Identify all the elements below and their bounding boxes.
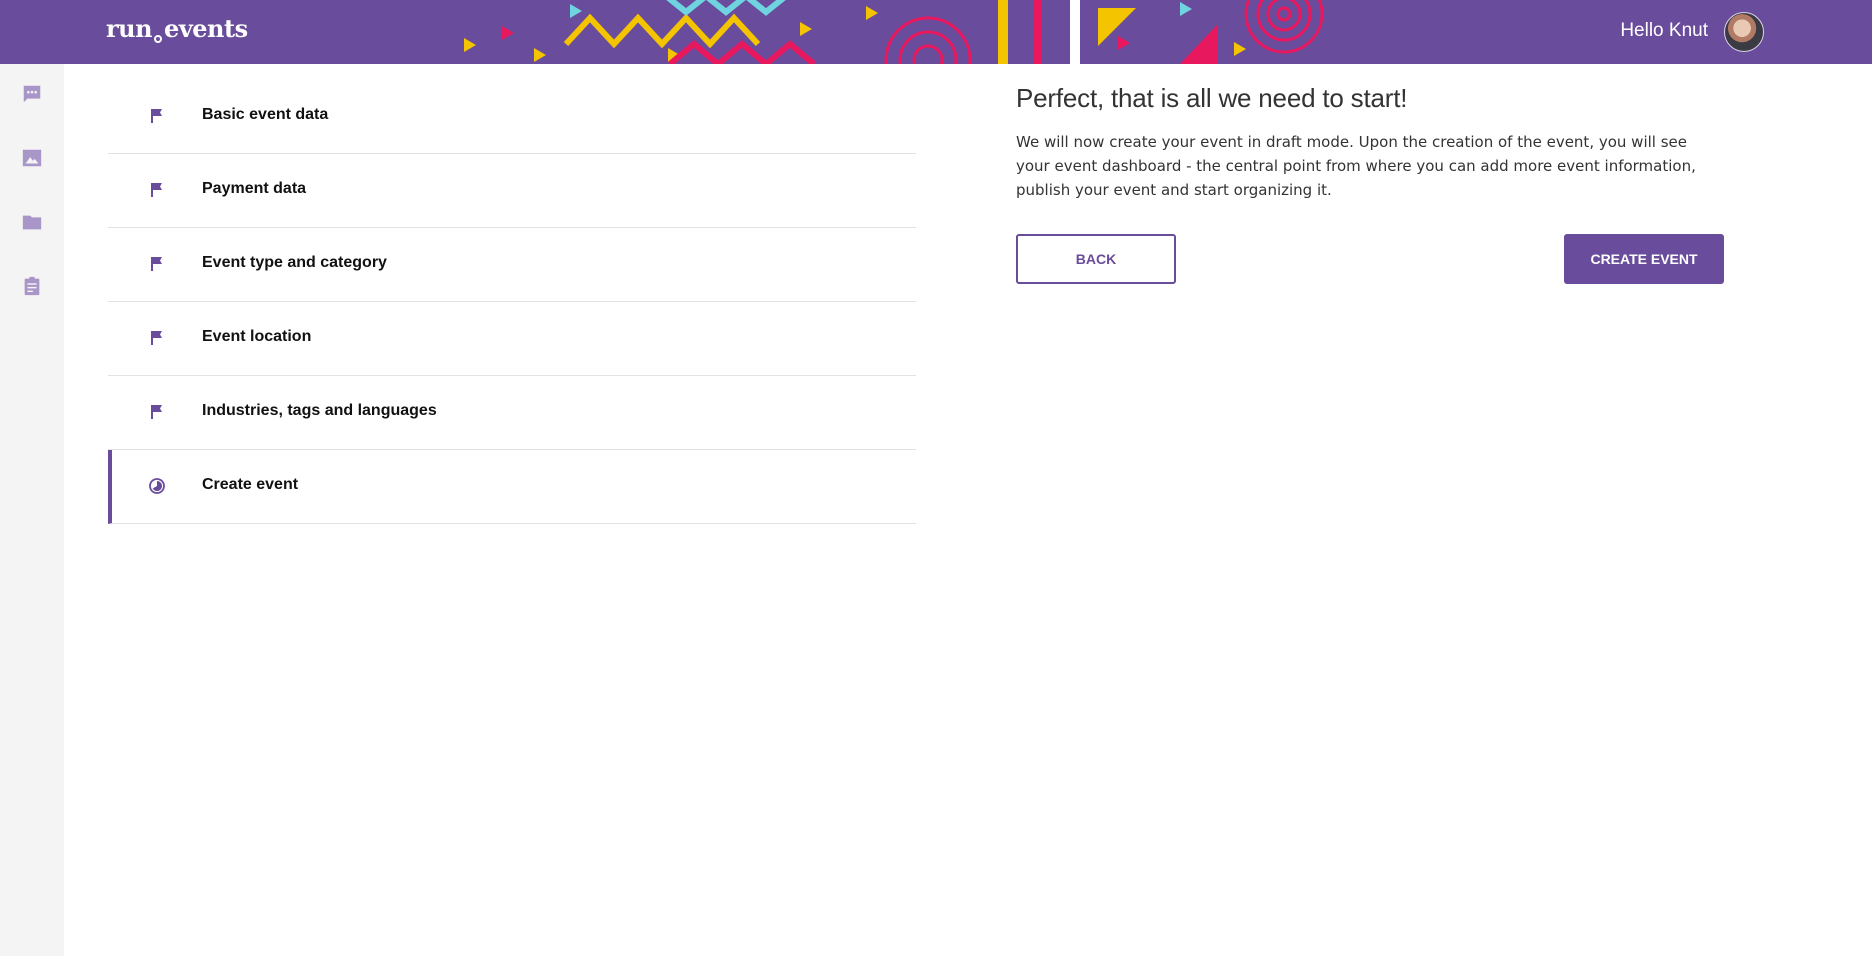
step-label: Basic event data — [202, 106, 329, 123]
progress-icon — [148, 477, 166, 495]
create-event-panel: Perfect, that is all we need to start! W… — [1016, 80, 1724, 284]
chat-icon[interactable] — [20, 82, 44, 106]
folder-icon[interactable] — [20, 210, 44, 234]
step-basic-event-data[interactable]: Basic event data — [108, 80, 916, 154]
user-greeting: Hello Knut — [1620, 20, 1708, 41]
step-create-event[interactable]: Create event — [108, 450, 916, 524]
brand-logo[interactable]: run events — [106, 12, 248, 46]
header-decoration — [464, 0, 1324, 64]
panel-title: Perfect, that is all we need to start! — [1016, 83, 1408, 113]
logo-dot-icon — [154, 35, 163, 43]
flag-icon — [148, 329, 166, 347]
step-label: Payment data — [202, 180, 307, 197]
step-industries-tags-languages[interactable]: Industries, tags and languages — [108, 376, 916, 450]
flag-icon — [148, 403, 166, 421]
clipboard-icon[interactable] — [20, 274, 44, 298]
step-label: Event location — [202, 328, 312, 345]
step-label: Create event — [202, 476, 299, 493]
step-event-location[interactable]: Event location — [108, 302, 916, 376]
panel-description: We will now create your event in draft m… — [1016, 133, 1696, 199]
step-label: Event type and category — [202, 254, 387, 271]
top-bar: run events Hello Knut — [0, 0, 1872, 64]
flag-icon — [148, 255, 166, 273]
left-rail — [0, 64, 64, 956]
back-button[interactable]: BACK — [1016, 234, 1176, 284]
step-label: Industries, tags and languages — [202, 402, 437, 419]
create-event-button[interactable]: CREATE EVENT — [1564, 234, 1724, 284]
step-event-type-category[interactable]: Event type and category — [108, 228, 916, 302]
wizard-steps: Basic event data Payment data Event type… — [108, 80, 916, 524]
flag-icon — [148, 107, 166, 125]
brand-logo-left: run — [106, 14, 153, 43]
brand-logo-right: events — [164, 14, 248, 43]
step-payment-data[interactable]: Payment data — [108, 154, 916, 228]
avatar[interactable] — [1724, 12, 1764, 52]
image-icon[interactable] — [20, 146, 44, 170]
flag-icon — [148, 181, 166, 199]
